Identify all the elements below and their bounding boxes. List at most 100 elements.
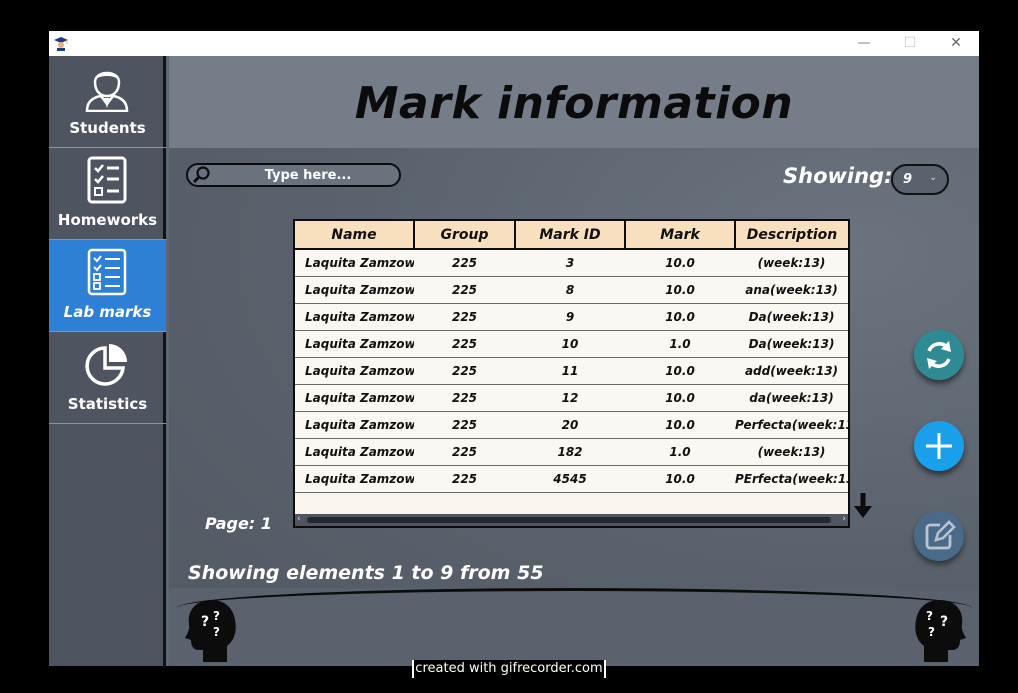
sidebar-item-statistics[interactable]: Statistics xyxy=(49,332,166,424)
table-row[interactable]: Laquita Zamzow 225 182 1.0 (week:13) xyxy=(295,438,848,466)
svg-text:?: ? xyxy=(940,614,948,630)
showing-label: Showing: xyxy=(783,164,893,188)
column-header-name[interactable]: Name xyxy=(295,221,415,250)
column-header-mark-id[interactable]: Mark ID xyxy=(514,221,626,250)
table-row[interactable]: Laquita Zamzow 225 3 10.0 (week:13) xyxy=(295,249,848,277)
cell-name: Laquita Zamzow xyxy=(295,330,414,358)
cell-name: Laquita Zamzow xyxy=(295,276,414,304)
footer: ? ? ? ? ? ? xyxy=(169,588,979,666)
cell-mark-id: 10 xyxy=(515,330,625,358)
page-title: Mark information xyxy=(354,78,794,129)
svg-text:?: ? xyxy=(213,625,220,639)
table-row[interactable]: Laquita Zamzow 225 9 10.0 Da(week:13) xyxy=(295,303,848,331)
table-row[interactable]: Laquita Zamzow 225 11 10.0 add(week:13) xyxy=(295,357,848,385)
page-size-select[interactable]: 9 ⌄ xyxy=(891,164,949,195)
cell-mark-id: 9 xyxy=(515,303,625,331)
page-header: Mark information xyxy=(169,56,979,148)
table-row[interactable]: Laquita Zamzow 225 10 1.0 Da(week:13) xyxy=(295,330,848,358)
edit-button[interactable] xyxy=(914,511,964,561)
cell-mark: 10.0 xyxy=(625,276,735,304)
homework-list-icon xyxy=(87,156,127,204)
arrow-down-icon[interactable] xyxy=(853,493,873,519)
cell-description: (week:13) xyxy=(735,249,848,277)
search-box[interactable] xyxy=(186,163,401,187)
sidebar-item-homeworks[interactable]: Homeworks xyxy=(49,148,166,240)
cell-name: Laquita Zamzow xyxy=(295,384,414,412)
cell-mark-id: 12 xyxy=(515,384,625,412)
svg-text:?: ? xyxy=(201,614,209,630)
cell-mark: 10.0 xyxy=(625,384,735,412)
column-header-description[interactable]: Description xyxy=(734,221,848,250)
lab-marks-icon xyxy=(87,248,127,296)
edit-icon xyxy=(925,520,956,550)
cell-description: add(week:13) xyxy=(735,357,848,385)
cell-name: Laquita Zamzow xyxy=(295,438,414,466)
cell-mark: 10.0 xyxy=(625,303,735,331)
cell-group: 225 xyxy=(414,276,515,304)
cell-mark: 10.0 xyxy=(625,411,735,439)
cell-mark: 1.0 xyxy=(625,330,735,358)
maximize-button[interactable]: ☐ xyxy=(895,33,925,53)
cell-name: Laquita Zamzow xyxy=(295,357,414,385)
sidebar-item-label: Lab marks xyxy=(63,303,152,321)
cell-name: Laquita Zamzow xyxy=(295,303,414,331)
table-header-row: Name Group Mark ID Mark Description xyxy=(295,221,848,250)
page-indicator: Page: 1 xyxy=(205,514,272,533)
cell-mark-id: 20 xyxy=(515,411,625,439)
scroll-right-icon[interactable]: › xyxy=(842,514,846,524)
title-bar: — ☐ ✕ xyxy=(49,31,979,56)
cell-mark: 10.0 xyxy=(625,465,735,493)
minimize-button[interactable]: — xyxy=(849,33,879,53)
cell-mark-id: 11 xyxy=(515,357,625,385)
sidebar: Students Homeworks Lab marks Statistics xyxy=(49,56,166,666)
cell-group: 225 xyxy=(414,357,515,385)
cell-description: da(week:13) xyxy=(735,384,848,412)
sidebar-item-label: Students xyxy=(69,119,146,137)
cell-mark-id: 4545 xyxy=(515,465,625,493)
cell-mark-id: 8 xyxy=(515,276,625,304)
cell-mark-id: 3 xyxy=(515,249,625,277)
cell-group: 225 xyxy=(414,330,515,358)
table-row[interactable]: Laquita Zamzow 225 12 10.0 da(week:13) xyxy=(295,384,848,412)
showing-elements-status: Showing elements 1 to 9 from 55 xyxy=(188,562,544,584)
table-row[interactable]: Laquita Zamzow 225 8 10.0 ana(week:13) xyxy=(295,276,848,304)
marks-table: Name Group Mark ID Mark Description Laqu… xyxy=(293,219,850,528)
scroll-left-icon[interactable]: ‹ xyxy=(297,514,301,524)
pie-chart-icon xyxy=(85,344,127,386)
cell-description: ana(week:13) xyxy=(735,276,848,304)
cell-name: Laquita Zamzow xyxy=(295,249,414,277)
refresh-button[interactable] xyxy=(914,330,964,380)
column-header-group[interactable]: Group xyxy=(413,221,516,250)
close-button[interactable]: ✕ xyxy=(941,33,971,53)
table-row[interactable]: Laquita Zamzow 225 4545 10.0 PErfecta(we… xyxy=(295,465,848,493)
svg-text:?: ? xyxy=(928,625,935,639)
svg-text:?: ? xyxy=(213,609,220,623)
sidebar-item-students[interactable]: Students xyxy=(49,56,166,148)
cell-group: 225 xyxy=(414,249,515,277)
cell-mark: 10.0 xyxy=(625,357,735,385)
plus-icon xyxy=(926,433,952,459)
svg-text:?: ? xyxy=(926,609,933,623)
cell-group: 225 xyxy=(414,303,515,331)
sidebar-item-label: Statistics xyxy=(67,395,148,413)
thinking-head-icon: ? ? ? xyxy=(185,600,236,662)
cell-mark: 1.0 xyxy=(625,438,735,466)
sidebar-item-label: Homeworks xyxy=(57,211,158,229)
table-row[interactable]: Laquita Zamzow 225 20 10.0 Perfecta(week… xyxy=(295,411,848,439)
app-window: — ☐ ✕ Students Homeworks Lab marks Stati… xyxy=(49,31,979,666)
search-input[interactable] xyxy=(218,166,398,184)
student-icon xyxy=(85,71,129,112)
cell-name: Laquita Zamzow xyxy=(295,411,414,439)
cell-mark: 10.0 xyxy=(625,249,735,277)
sidebar-item-lab-marks[interactable]: Lab marks xyxy=(49,240,166,332)
horizontal-scrollbar[interactable]: ‹ › xyxy=(295,514,848,526)
add-button[interactable] xyxy=(914,421,964,471)
column-header-mark[interactable]: Mark xyxy=(624,221,736,250)
chevron-down-icon: ⌄ xyxy=(929,172,938,183)
graduate-app-icon xyxy=(54,37,68,51)
scrollbar-thumb[interactable] xyxy=(307,517,831,523)
cell-description: Perfecta(week:13) xyxy=(735,411,848,439)
cell-name: Laquita Zamzow xyxy=(295,465,414,493)
page-size-value: 9 xyxy=(903,172,913,187)
cell-group: 225 xyxy=(414,438,515,466)
